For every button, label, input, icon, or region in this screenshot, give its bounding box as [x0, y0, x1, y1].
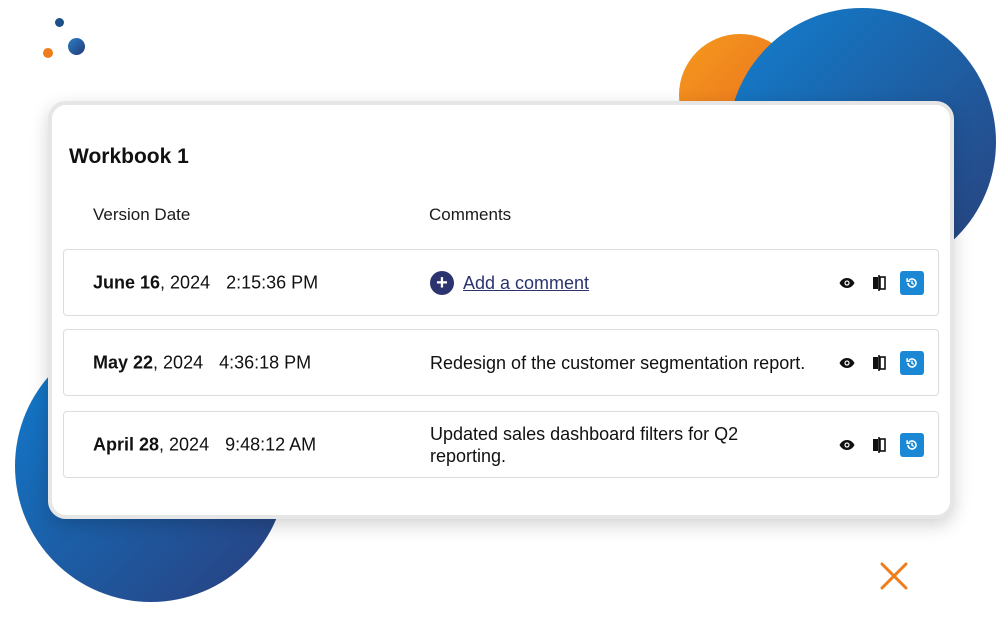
version-year: , 2024 — [159, 434, 210, 454]
version-time: 9:48:12 AM — [225, 434, 317, 454]
version-row: April 28, 2024 9:48:12 AM Updated sales d… — [63, 411, 939, 478]
compare-icon[interactable] — [868, 352, 890, 374]
version-date: May 22, 2024 4:36:18 PM — [93, 352, 311, 373]
version-history-card: Workbook 1 Version Date Comments June 16… — [48, 101, 954, 519]
version-row: June 16, 2024 2:15:36 PM + Add a comment — [63, 249, 939, 316]
comment-text: Updated sales dashboard filters for Q2 r… — [430, 423, 739, 466]
comment-cell: + Add a comment — [430, 270, 830, 295]
decor-cross-icon — [880, 562, 908, 590]
version-row: May 22, 2024 4:36:18 PM Redesign of the c… — [63, 329, 939, 396]
column-header-version-date: Version Date — [93, 205, 191, 224]
eye-icon[interactable] — [836, 352, 858, 374]
decor-dot — [55, 18, 64, 27]
eye-icon[interactable] — [836, 272, 858, 294]
version-time: 2:15:36 PM — [226, 272, 319, 292]
restore-icon[interactable] — [900, 432, 924, 457]
version-year: , 2024 — [160, 272, 211, 292]
restore-icon[interactable] — [900, 270, 924, 295]
version-day: May 22 — [93, 352, 154, 372]
workbook-title: Workbook 1 — [69, 145, 189, 168]
add-comment-link[interactable]: Add a comment — [463, 272, 589, 294]
row-actions — [836, 432, 924, 457]
compare-icon[interactable] — [868, 434, 890, 456]
decor-dot — [68, 38, 85, 55]
version-time: 4:36:18 PM — [219, 352, 312, 372]
version-date: June 16, 2024 2:15:36 PM — [93, 272, 318, 293]
decor-dot — [43, 48, 53, 58]
version-day: April 28 — [93, 434, 160, 454]
plus-circle-icon: + — [430, 270, 454, 295]
compare-icon[interactable] — [868, 272, 890, 294]
version-year: , 2024 — [153, 352, 204, 372]
add-comment-button[interactable]: + Add a comment — [430, 270, 830, 295]
eye-icon[interactable] — [836, 434, 858, 456]
restore-icon[interactable] — [900, 350, 924, 375]
row-actions — [836, 350, 924, 375]
version-date: April 28, 2024 9:48:12 AM — [93, 434, 316, 455]
comment-text: Redesign of the customer segmentation re… — [430, 352, 806, 373]
column-header-comments: Comments — [429, 205, 512, 224]
row-actions — [836, 270, 924, 295]
version-day: June 16 — [93, 272, 161, 292]
